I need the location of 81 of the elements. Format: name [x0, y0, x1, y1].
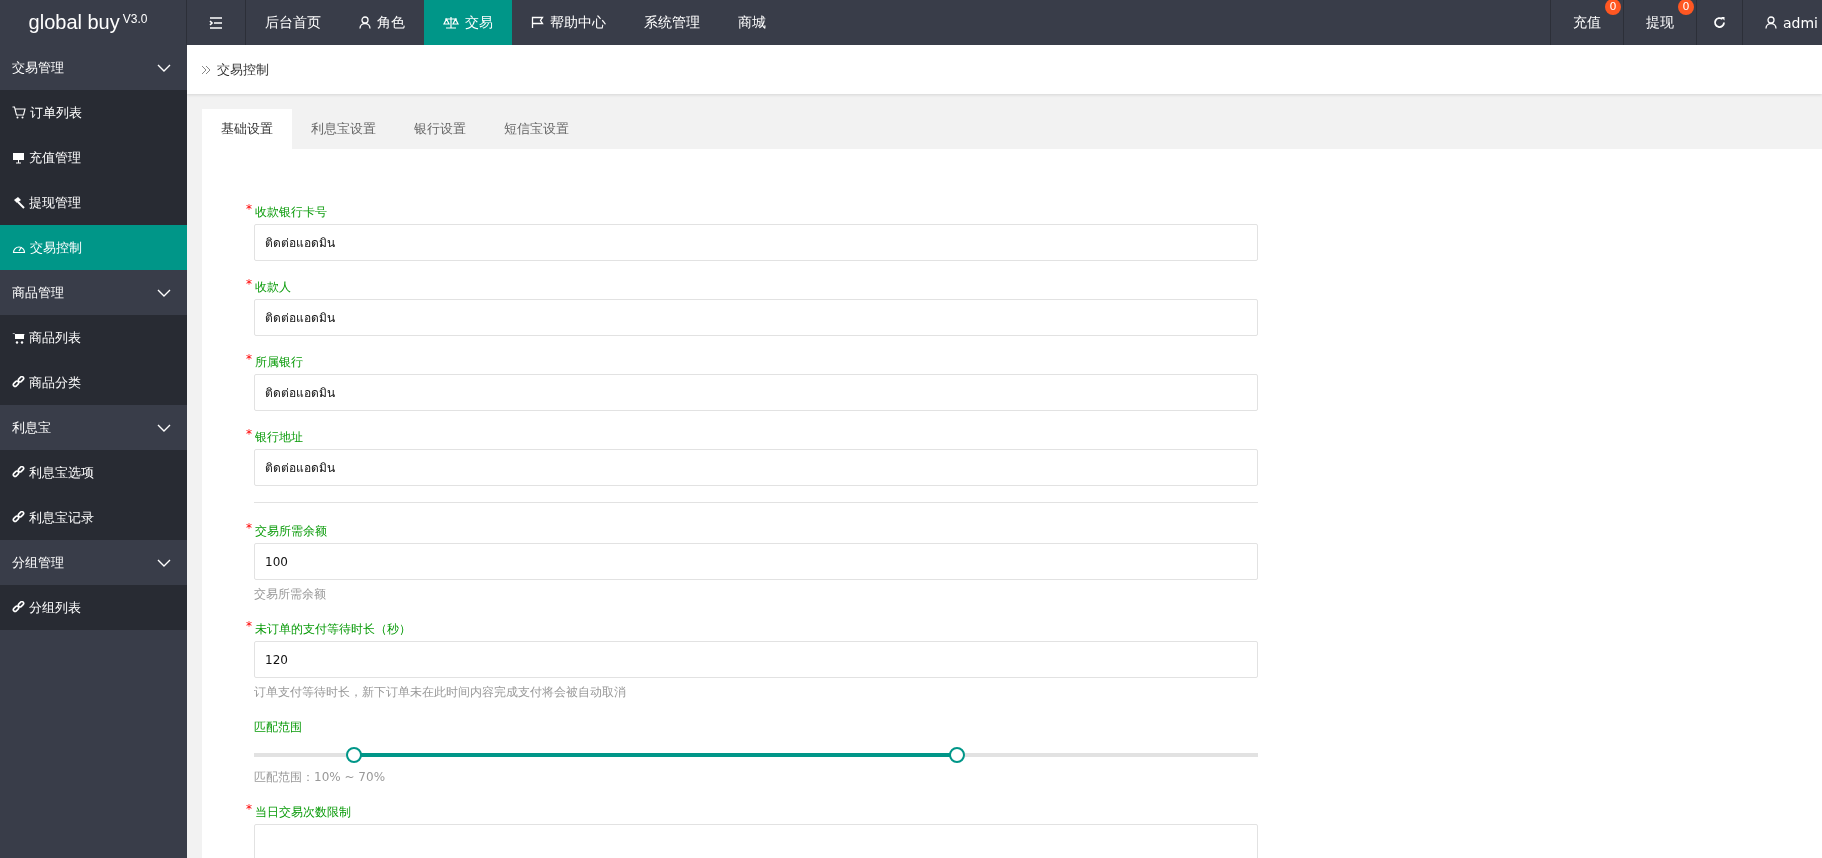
menu-icon: [209, 16, 223, 29]
item-label: 交易控制: [30, 238, 82, 257]
input-field[interactable]: ติดต่อแอดมิน: [254, 449, 1258, 486]
chevron-icon: [157, 288, 171, 297]
input-field[interactable]: ติดต่อแอดมิน: [254, 299, 1258, 336]
nav-tab[interactable]: 角色: [340, 0, 424, 45]
refresh-icon: [1713, 16, 1726, 29]
link-icon: [12, 466, 25, 479]
tab[interactable]: 银行设置: [395, 109, 485, 149]
group-label: 商品管理: [12, 283, 64, 302]
sidebar-item[interactable]: 提现管理: [0, 180, 187, 225]
slider-handle[interactable]: [346, 747, 363, 763]
item-label: 提现管理: [29, 193, 81, 212]
tab[interactable]: 短信宝设置: [485, 109, 588, 149]
help-text: 订单支付等待时长，新下订单未在此时间内容完成支付将会被自动取消: [254, 684, 627, 701]
nav-tab[interactable]: 交易: [424, 0, 512, 45]
group-label: 分组管理: [12, 553, 64, 572]
sidebar-item[interactable]: 充值管理: [0, 135, 187, 180]
sidebar-item[interactable]: 分组列表: [0, 585, 187, 630]
count-badge: 0: [1678, 0, 1694, 15]
sidebar-item[interactable]: 商品分类: [0, 360, 187, 405]
nav-tab[interactable]: 后台首页: [246, 0, 340, 45]
field-label: 未订单的支付等待时长（秒）: [255, 621, 411, 638]
scale-icon: [443, 16, 459, 29]
group-label: 交易管理: [12, 58, 64, 77]
chevron-icon: [157, 558, 171, 567]
slider-handle[interactable]: [948, 747, 965, 763]
field-label: 当日交易次数限制: [255, 804, 351, 821]
sidebar-item[interactable]: 交易控制: [0, 225, 187, 270]
required-mark: *: [246, 354, 252, 364]
item-label: 分组列表: [29, 598, 81, 617]
help-text: 交易所需余额: [254, 586, 327, 603]
cart-icon: [12, 106, 26, 119]
nav-tab[interactable]: 商城: [719, 0, 785, 45]
field-label: 收款银行卡号: [255, 204, 327, 221]
required-mark: *: [246, 204, 252, 214]
chevron-icon: [157, 423, 171, 432]
field-label: 银行地址: [255, 429, 303, 446]
sidebar-item[interactable]: 利息宝选项: [0, 450, 187, 495]
required-mark: *: [246, 621, 252, 631]
field-label: 交易所需余额: [255, 523, 327, 540]
user-icon: [1765, 16, 1777, 29]
sidebar-item[interactable]: 订单列表: [0, 90, 187, 135]
link-icon: [12, 511, 25, 524]
tab[interactable]: 利息宝设置: [292, 109, 395, 149]
user-icon: [359, 16, 371, 29]
input-field[interactable]: ติดต่อแอดมิน: [254, 374, 1258, 411]
sidebar-item[interactable]: 商品列表: [0, 315, 187, 360]
count-badge: 0: [1605, 0, 1621, 15]
input-field[interactable]: [254, 824, 1258, 858]
field-label: 收款人: [255, 279, 291, 296]
help-text: 匹配范围：10% ~ 70%: [254, 769, 387, 786]
input-field[interactable]: ติดต่อแอดมิน: [254, 224, 1258, 261]
nav-tab[interactable]: 帮助中心: [512, 0, 625, 45]
item-label: 商品分类: [29, 373, 81, 392]
required-mark: *: [246, 279, 252, 289]
field-label: 匹配范围: [254, 719, 302, 736]
group-label: 利息宝: [12, 418, 51, 437]
required-mark: *: [246, 804, 252, 814]
input-field[interactable]: 120: [254, 641, 1258, 678]
tab[interactable]: 基础设置: [202, 109, 292, 149]
item-label: 充值管理: [29, 148, 81, 167]
chevron-icon: [157, 63, 171, 72]
monitor-icon: [12, 151, 25, 164]
required-mark: *: [246, 429, 252, 439]
item-label: 商品列表: [29, 328, 81, 347]
required-mark: *: [246, 523, 252, 533]
nav-tab[interactable]: 系统管理: [625, 0, 719, 45]
breadcrumb-text: 交易控制: [217, 60, 269, 79]
input-field[interactable]: 100: [254, 543, 1258, 580]
sidebar-item[interactable]: 利息宝记录: [0, 495, 187, 540]
double-chevron-icon: [201, 64, 211, 75]
cart-icon: [12, 331, 25, 344]
flag-icon: [531, 16, 544, 29]
hammer-icon: [12, 196, 25, 209]
link-icon: [12, 376, 25, 389]
field-label: 所属银行: [255, 354, 303, 371]
link-icon: [12, 601, 25, 614]
item-label: 利息宝记录: [29, 508, 94, 527]
item-label: 利息宝选项: [29, 463, 94, 482]
item-label: 订单列表: [30, 103, 82, 122]
